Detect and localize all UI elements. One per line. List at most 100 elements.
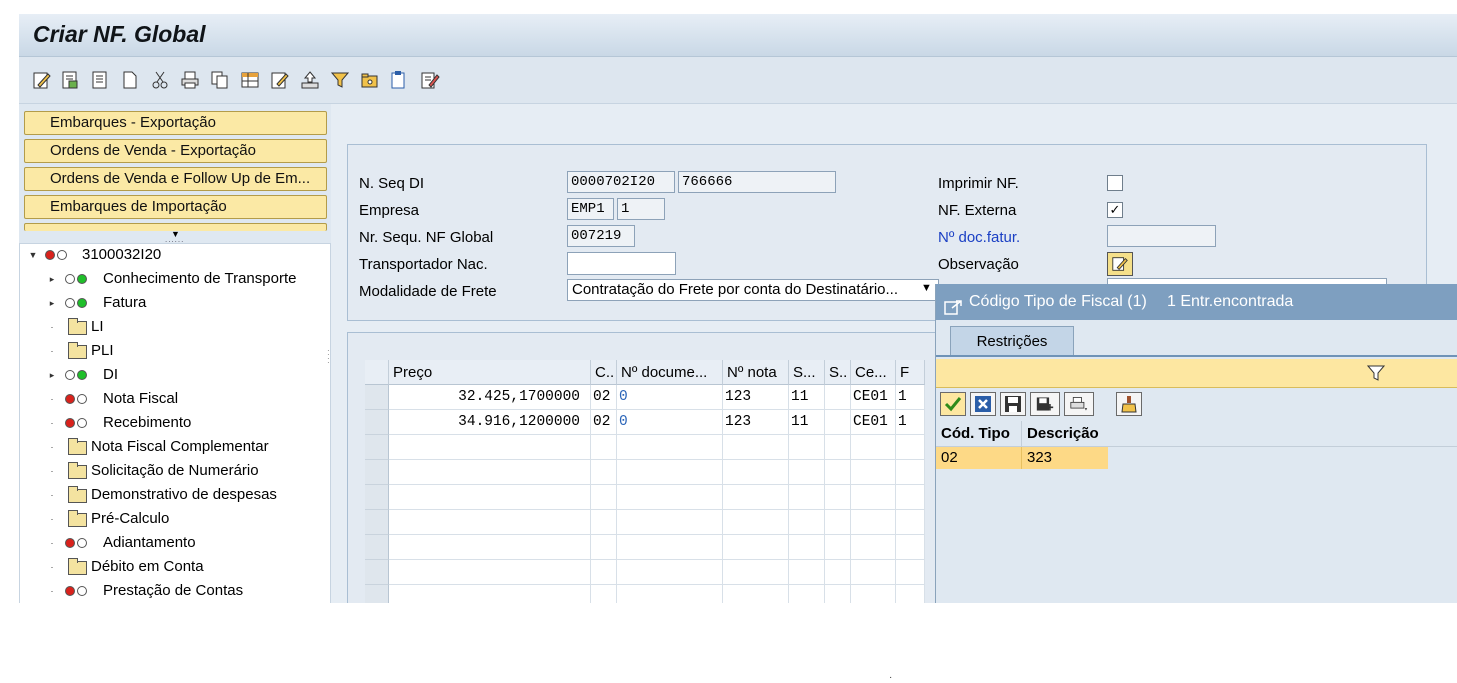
filter-icon[interactable] (1366, 364, 1386, 386)
settings-button[interactable] (1116, 392, 1142, 416)
tree-item-demonstrativo-de-despesas[interactable]: · Demonstrativo de despesas (20, 484, 330, 506)
tree-item-pre-calculo[interactable]: · Pré-Calculo (20, 508, 330, 530)
grid-empty-cell[interactable] (789, 535, 825, 560)
row-selector[interactable] (365, 585, 389, 603)
grid-empty-cell[interactable] (825, 485, 851, 510)
tree-root[interactable]: ▼ 3100032I20 (20, 244, 330, 266)
folder-key-icon[interactable] (359, 69, 381, 91)
tree-item-adiantamento[interactable]: · Adiantamento (20, 532, 330, 554)
grid-empty-cell[interactable] (389, 485, 591, 510)
observacao-edit-button[interactable] (1107, 252, 1133, 276)
grid-empty-cell[interactable] (851, 510, 896, 535)
grid-empty-cell[interactable] (617, 560, 723, 585)
grid-empty-cell[interactable] (896, 460, 925, 485)
column-header-n-documento[interactable]: Nº docume... (617, 360, 723, 385)
tree-item-li[interactable]: · LI (20, 316, 330, 338)
column-header-s1[interactable]: S... (789, 360, 825, 385)
copy-icon[interactable] (209, 69, 231, 91)
tree-item-solicitacao-de-numerario[interactable]: · Solicitação de Numerário (20, 460, 330, 482)
clipboard-icon[interactable] (387, 69, 409, 91)
filter-icon[interactable] (329, 69, 351, 91)
grid-empty-cell[interactable] (389, 435, 591, 460)
grid-empty-cell[interactable] (617, 510, 723, 535)
grid-cell-s2[interactable] (825, 385, 851, 410)
column-header-cod-tipo[interactable]: Cód. Tipo (936, 421, 1022, 446)
grid-cell-centro[interactable]: CE01 (851, 410, 896, 435)
row-selector[interactable] (365, 410, 389, 435)
row-selector[interactable] (365, 485, 389, 510)
column-header-centro[interactable]: Ce... (851, 360, 896, 385)
grid-empty-cell[interactable] (789, 435, 825, 460)
grid-cell-n-nota[interactable]: 123 (723, 410, 789, 435)
grid-cell-n-documento[interactable]: 0 (617, 385, 723, 410)
row-selector[interactable] (365, 385, 389, 410)
column-header-preco[interactable]: Preço (389, 360, 591, 385)
nav-ordens-venda-follow-up-button[interactable]: Ordens de Venda e Follow Up de Em... (24, 167, 327, 191)
grid-select-all[interactable] (365, 360, 389, 385)
confirm-button[interactable] (940, 392, 966, 416)
grid-empty-cell[interactable] (591, 485, 617, 510)
n-seq-di-sub-field[interactable]: 766666 (678, 171, 836, 193)
grid-empty-cell[interactable] (825, 460, 851, 485)
row-selector[interactable] (365, 535, 389, 560)
table-icon[interactable] (239, 69, 261, 91)
grid-empty-cell[interactable] (591, 510, 617, 535)
column-header-c[interactable]: C.. (591, 360, 617, 385)
grid-cell-c[interactable]: 02 (591, 410, 617, 435)
grid-empty-cell[interactable] (617, 460, 723, 485)
grid-empty-cell[interactable] (896, 560, 925, 585)
grid-empty-cell[interactable] (825, 585, 851, 603)
column-header-descricao[interactable]: Descrição (1022, 421, 1112, 446)
expand-arrow-icon[interactable]: ▸ (47, 292, 57, 314)
empresa-sub-field[interactable]: 1 (617, 198, 665, 220)
expand-arrow-icon[interactable]: ▸ (47, 268, 57, 290)
new-page-icon[interactable] (119, 69, 141, 91)
tab-restricoes[interactable]: Restrições (950, 326, 1074, 355)
grid-empty-cell[interactable] (789, 460, 825, 485)
transportador-input[interactable] (567, 252, 676, 275)
grid-empty-cell[interactable] (723, 485, 789, 510)
save-as-button[interactable] (1030, 392, 1060, 416)
grid-empty-cell[interactable] (723, 560, 789, 585)
edit-note-icon[interactable] (419, 69, 441, 91)
nr-sequ-nf-field[interactable]: 007219 (567, 225, 635, 247)
tree-item-nota-fiscal-complementar[interactable]: · Nota Fiscal Complementar (20, 436, 330, 458)
grid-empty-cell[interactable] (896, 535, 925, 560)
grid-empty-cell[interactable] (591, 435, 617, 460)
tree-item-nota-fiscal[interactable]: · Nota Fiscal (20, 388, 330, 410)
grid-empty-cell[interactable] (389, 535, 591, 560)
grid-cell-c[interactable]: 02 (591, 385, 617, 410)
grid-empty-cell[interactable] (389, 460, 591, 485)
tree-item-di[interactable]: ▸ DI (20, 364, 330, 386)
grid-empty-cell[interactable] (617, 485, 723, 510)
grid-empty-cell[interactable] (389, 585, 591, 603)
grid-empty-cell[interactable] (896, 510, 925, 535)
nf-externa-checkbox[interactable]: ✓ (1107, 202, 1123, 218)
grid-cell-preco[interactable]: 34.916,1200000 (389, 410, 591, 435)
grid-empty-cell[interactable] (825, 435, 851, 460)
expanded-arrow-icon[interactable]: ▼ (28, 244, 38, 266)
grid-cell-f[interactable]: 1 (896, 385, 925, 410)
grid-empty-cell[interactable] (851, 435, 896, 460)
nav-embarques-importacao-button[interactable]: Embarques de Importação (24, 195, 327, 219)
grid-empty-cell[interactable] (591, 585, 617, 603)
grid-empty-cell[interactable] (617, 535, 723, 560)
grid-empty-cell[interactable] (896, 485, 925, 510)
grid-empty-cell[interactable] (851, 460, 896, 485)
expand-arrow-icon[interactable]: ▸ (47, 364, 57, 386)
grid-empty-cell[interactable] (389, 560, 591, 585)
dropdown-arrow-icon[interactable]: ▼ (921, 282, 932, 294)
document-icon[interactable] (89, 69, 111, 91)
tree-item-pli[interactable]: · PLI (20, 340, 330, 362)
tree-item-debito-em-conta[interactable]: · Débito em Conta (20, 556, 330, 578)
grid-empty-cell[interactable] (723, 535, 789, 560)
cut-icon[interactable] (149, 69, 171, 91)
grid-empty-cell[interactable] (825, 535, 851, 560)
result-cell-descricao[interactable]: 323 (1022, 447, 1108, 469)
grid-empty-cell[interactable] (591, 560, 617, 585)
modalidade-dropdown[interactable]: Contratação do Frete por conta do Destin… (567, 279, 939, 301)
grid-empty-cell[interactable] (896, 585, 925, 603)
grid-cell-n-nota[interactable]: 123 (723, 385, 789, 410)
empresa-field[interactable]: EMP1 (567, 198, 614, 220)
tree-item-prestacao-de-contas[interactable]: · Prestação de Contas (20, 580, 330, 602)
